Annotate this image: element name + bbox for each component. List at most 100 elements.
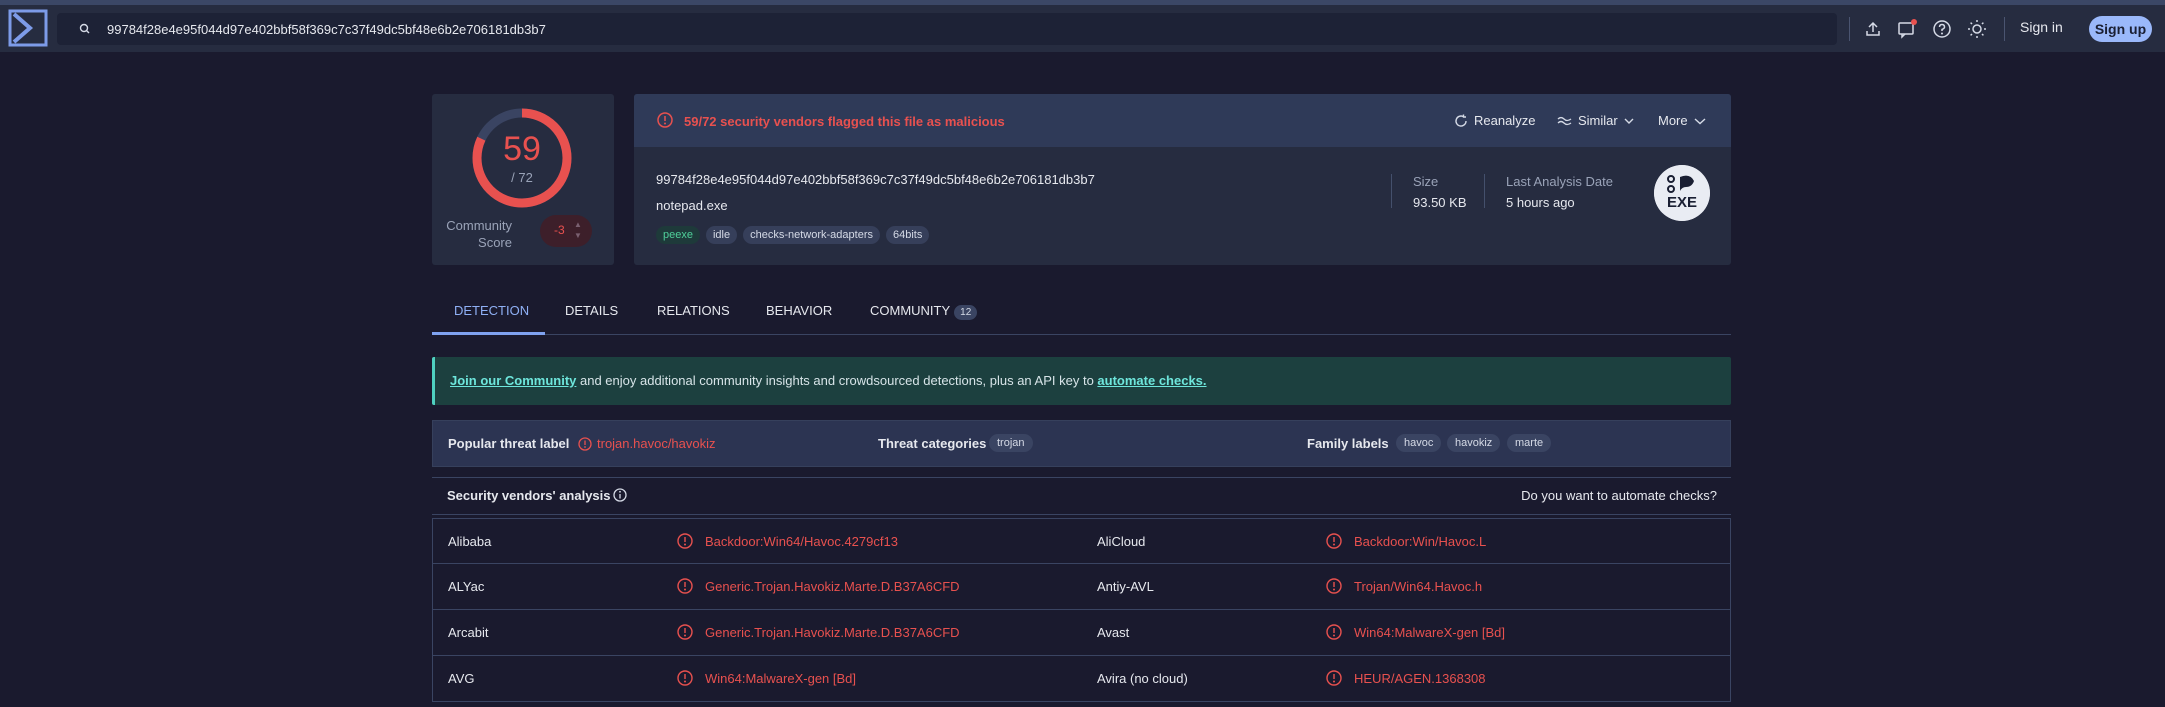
- community-score-widget[interactable]: -3 ▲ ▼: [540, 215, 592, 247]
- popular-threat-label: Popular threat label: [448, 436, 570, 451]
- family-labels-label: Family labels: [1307, 436, 1389, 451]
- community-score-label: Community Score: [446, 218, 512, 250]
- alert-circle-icon: [657, 112, 673, 128]
- last-analysis-value: 5 hours ago: [1506, 195, 1575, 210]
- vote-arrows-icon[interactable]: ▲ ▼: [574, 219, 582, 241]
- tab-detection[interactable]: DETECTION: [454, 303, 529, 318]
- upload-icon[interactable]: [1861, 17, 1885, 41]
- alert-circle-icon: [1325, 532, 1343, 550]
- vendor-name: Antiy-AVL: [1097, 579, 1154, 594]
- logo-icon[interactable]: [8, 9, 48, 47]
- more-label: More: [1658, 113, 1688, 128]
- vendor-name: AliCloud: [1097, 534, 1146, 549]
- exe-file-type-icon: EXE: [1654, 165, 1710, 221]
- popular-threat-value[interactable]: trojan.havoc/havokiz: [597, 436, 716, 451]
- join-community-link[interactable]: Join our Community: [450, 373, 576, 388]
- toolbar-divider: [1849, 17, 1850, 41]
- vendor-name: Alibaba: [448, 534, 492, 549]
- alert-circle-icon: [1325, 669, 1343, 687]
- vendor-results-table: Alibaba Backdoor:Win64/Havoc.4279cf13 AliC…: [432, 518, 1731, 702]
- vendor-name: Arcabit: [448, 625, 489, 640]
- vendor-result[interactable]: Backdoor:Win/Havoc.L: [1354, 534, 1486, 549]
- vendor-name: AVG: [448, 671, 475, 686]
- file-hash[interactable]: 99784f28e4e95f044d97e402bbf58f369c7c37f4…: [656, 172, 1095, 187]
- tab-details[interactable]: DETAILS: [565, 303, 618, 318]
- alert-circle-icon: [676, 669, 694, 687]
- community-score-value: -3: [554, 223, 565, 237]
- file-tags: peexe idle checks-network-adapters 64bit…: [656, 226, 930, 244]
- more-dropdown[interactable]: More: [1658, 113, 1706, 128]
- info-icon[interactable]: [612, 487, 628, 503]
- similar-label: Similar: [1578, 113, 1618, 128]
- alert-circle-icon: [578, 437, 592, 451]
- security-vendors-header: Security vendors' analysis Do you want t…: [432, 477, 1731, 515]
- alert-circle-icon: [1325, 577, 1343, 595]
- search-icon: [79, 23, 90, 34]
- last-analysis-label: Last Analysis Date: [1506, 174, 1613, 189]
- svg-text:EXE: EXE: [1667, 194, 1697, 211]
- vendor-result[interactable]: Win64:MalwareX-gen [Bd]: [1354, 625, 1505, 640]
- detection-score-card: 59 / 72 Community Score -3 ▲ ▼: [432, 94, 614, 265]
- community-count-badge: 12: [954, 305, 978, 320]
- similar-icon: [1557, 116, 1572, 125]
- detection-count: 59: [503, 130, 541, 168]
- family-label-chip[interactable]: havokiz: [1447, 434, 1501, 452]
- vendor-name: ALYac: [448, 579, 485, 594]
- alert-circle-icon: [676, 623, 694, 641]
- sign-up-button[interactable]: Sign up: [2089, 16, 2152, 42]
- meta-divider: [1484, 174, 1485, 208]
- reanalyze-label: Reanalyze: [1474, 113, 1536, 128]
- threat-summary-bar: Popular threat label trojan.havoc/havoki…: [432, 420, 1731, 467]
- detection-total: / 72: [511, 170, 533, 185]
- alert-circle-icon: [676, 532, 694, 550]
- file-name: notepad.exe: [656, 198, 728, 213]
- table-row: ALYac Generic.Trojan.Havokiz.Marte.D.B37A…: [432, 564, 1731, 610]
- file-tag[interactable]: peexe: [656, 226, 700, 244]
- reanalyze-button[interactable]: Reanalyze: [1454, 113, 1535, 128]
- vendor-result[interactable]: Win64:MalwareX-gen [Bd]: [705, 671, 856, 686]
- search-bar[interactable]: [57, 13, 1837, 45]
- automate-checks-link[interactable]: automate checks.: [1097, 373, 1206, 388]
- vendor-result[interactable]: Trojan/Win64.Havoc.h: [1354, 579, 1482, 594]
- search-input[interactable]: [107, 13, 1807, 45]
- chevron-down-icon: [1694, 117, 1706, 124]
- tab-relations[interactable]: RELATIONS: [657, 303, 730, 318]
- table-row: Alibaba Backdoor:Win64/Havoc.4279cf13 AliC…: [432, 518, 1731, 564]
- theme-toggle-icon[interactable]: [1965, 17, 1989, 41]
- vendor-result[interactable]: Generic.Trojan.Havokiz.Marte.D.B37A6CFD: [705, 625, 960, 640]
- table-row: Arcabit Generic.Trojan.Havokiz.Marte.D.B3…: [432, 610, 1731, 656]
- size-label: Size: [1413, 174, 1439, 189]
- active-tab-indicator: [432, 332, 545, 335]
- security-vendors-title: Security vendors' analysis: [447, 488, 611, 503]
- malicious-alert-bar: 59/72 security vendors flagged this file…: [634, 94, 1731, 147]
- file-tag[interactable]: 64bits: [886, 226, 930, 244]
- alert-circle-icon: [676, 577, 694, 595]
- vendor-result[interactable]: Backdoor:Win64/Havoc.4279cf13: [705, 534, 898, 549]
- community-banner: Join our Community and enjoy additional …: [432, 357, 1731, 405]
- threat-category-chip[interactable]: trojan: [989, 434, 1033, 452]
- alert-text: 59/72 security vendors flagged this file…: [684, 114, 1005, 129]
- tab-community[interactable]: COMMUNITY 12: [870, 303, 978, 320]
- tab-community-label: COMMUNITY: [870, 303, 951, 318]
- file-tag[interactable]: checks-network-adapters: [743, 226, 880, 244]
- notifications-icon[interactable]: [1895, 17, 1919, 41]
- vendor-name: Avast: [1097, 625, 1130, 640]
- alert-circle-icon: [1325, 623, 1343, 641]
- refresh-icon: [1455, 114, 1467, 127]
- automate-checks-prompt[interactable]: Do you want to automate checks?: [1521, 488, 1717, 503]
- top-bar: Sign in Sign up: [0, 5, 2165, 52]
- vendor-result[interactable]: Generic.Trojan.Havokiz.Marte.D.B37A6CFD: [705, 579, 960, 594]
- sign-in-link[interactable]: Sign in: [2020, 19, 2063, 35]
- toolbar-divider: [2004, 17, 2005, 41]
- help-icon[interactable]: [1930, 17, 1954, 41]
- tab-behavior[interactable]: BEHAVIOR: [766, 303, 832, 318]
- similar-dropdown[interactable]: Similar: [1557, 113, 1634, 128]
- file-info-card: 59/72 security vendors flagged this file…: [634, 94, 1731, 265]
- threat-categories-label: Threat categories: [878, 436, 987, 451]
- vendor-result[interactable]: HEUR/AGEN.1368308: [1354, 671, 1486, 686]
- banner-text: Join our Community and enjoy additional …: [450, 373, 1207, 388]
- file-tag[interactable]: idle: [705, 226, 738, 244]
- family-label-chip[interactable]: marte: [1507, 434, 1552, 452]
- table-row: AVG Win64:MalwareX-gen [Bd] Avira (no clou…: [432, 656, 1731, 702]
- family-label-chip[interactable]: havoc: [1396, 434, 1442, 452]
